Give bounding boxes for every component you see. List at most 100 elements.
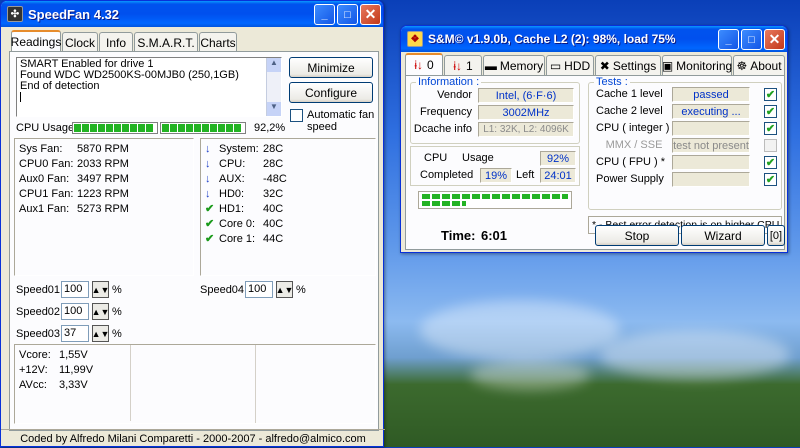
temp-row: ↓ HD0: 32C [205, 187, 371, 202]
minimize-window-button[interactable]: _ [314, 4, 335, 25]
configure-button[interactable]: Configure [289, 82, 373, 103]
check-icon: ✔ [205, 218, 215, 230]
cpu-usage-bar-core0 [72, 122, 158, 134]
completed-label: Completed [420, 169, 474, 181]
arrow-down-icon: ↓ [205, 173, 211, 185]
voltage-row: +12V: 11,99V [19, 363, 126, 378]
fan-rpm: 2033 RPM [77, 158, 129, 170]
test-name: Cache 1 level [596, 88, 663, 100]
usage-label: Usage [462, 152, 494, 164]
log-button[interactable]: [0] [767, 225, 785, 246]
usage-segment [202, 124, 209, 132]
test-checkbox[interactable]: ✔ [764, 122, 777, 135]
close-window-button[interactable]: ✕ [764, 29, 785, 50]
tab-hdd[interactable]: ▭ HDD [546, 55, 594, 75]
test-checkbox[interactable]: ✔ [764, 88, 777, 101]
fan-name: Sys Fan: [19, 143, 63, 155]
voltage-value: 1,55V [59, 349, 88, 361]
fan-name: CPU1 Fan: [19, 188, 74, 200]
temps-panel: ↓ System: 28C ↓ CPU: 28C ↓ AUX: -48C ↓ HD0: 32C ✔ HD1… [200, 138, 376, 276]
minimize-window-button[interactable]: _ [718, 29, 739, 50]
voltage-name: Vcore: [19, 349, 51, 361]
test-checkbox[interactable]: ✔ [764, 156, 777, 169]
test-checkbox[interactable]: ✔ [764, 105, 777, 118]
fan-row: Aux0 Fan: 3497 RPM [19, 172, 189, 187]
close-window-button[interactable]: ✕ [360, 4, 381, 25]
tab-cpu-1[interactable]: ɨ↓ 1 [444, 55, 482, 75]
tab-about[interactable]: ☸ About [733, 55, 785, 75]
vendor-label: Vendor [437, 89, 472, 101]
log-scrollbar[interactable]: ▲ ▼ [266, 58, 281, 116]
memory-icon: ▬ [484, 58, 497, 73]
fan-rpm: 3497 RPM [77, 173, 129, 185]
speed-input[interactable]: 100 [61, 281, 89, 298]
tab-memory[interactable]: ▬ Memory [483, 55, 545, 75]
frequency-text: 3002MHz [502, 106, 550, 119]
frequency-label: Frequency [420, 106, 472, 118]
overall-progress-bar [422, 194, 568, 199]
scroll-up-icon[interactable]: ▲ [267, 58, 281, 72]
fan-rpm: 5273 RPM [77, 203, 129, 215]
test-status [672, 172, 750, 187]
spin-updown-icon[interactable]: ▲▼ [92, 325, 109, 342]
tab-monitoring[interactable]: ▣ Monitoring [662, 55, 732, 75]
tab-settings[interactable]: ✖ Settings [595, 55, 661, 75]
stop-button[interactable]: Stop [595, 225, 679, 246]
minimize-button[interactable]: Minimize [289, 57, 373, 78]
wizard-button[interactable]: Wizard [681, 225, 765, 246]
tab-info[interactable]: Info [99, 32, 133, 52]
temp-value: 40C [263, 218, 284, 230]
temp-value: 44C [263, 233, 284, 245]
test-checkbox[interactable]: ✔ [764, 173, 777, 186]
frequency-value: 3002MHz [478, 105, 574, 120]
temp-name: System: [219, 143, 259, 155]
usage-value: 92% [540, 151, 576, 166]
temp-value: 32C [263, 188, 284, 200]
fan-name: Aux0 Fan: [19, 173, 70, 185]
usage-segment [146, 124, 153, 132]
temp-row: ✔ HD1: 40C [205, 202, 371, 217]
usage-segment [106, 124, 113, 132]
test-name: Cache 2 level [596, 105, 663, 117]
fan-row: CPU0 Fan: 2033 RPM [19, 157, 189, 172]
tab-label: Memory [499, 58, 544, 73]
voltage-name: +12V: [19, 364, 48, 376]
maximize-window-button[interactable]: □ [337, 4, 358, 25]
speed-input[interactable]: 100 [245, 281, 273, 298]
left-text: 24:01 [544, 169, 572, 182]
speed-input[interactable]: 100 [61, 303, 89, 320]
tab-smart[interactable]: S.M.A.R.T. [134, 32, 198, 52]
desktop-cloud [600, 330, 790, 380]
desktop-cloud [470, 360, 590, 390]
auto-fan-checkbox[interactable] [290, 109, 303, 122]
temp-name: HD1: [219, 203, 245, 215]
tab-charts[interactable]: Charts [199, 32, 237, 52]
usage-segment [162, 124, 169, 132]
tab-cpu-0[interactable]: ɨ↓ 0 [405, 53, 443, 75]
usage-segment [234, 124, 241, 132]
spin-updown-icon[interactable]: ▲▼ [276, 281, 293, 298]
detection-log[interactable]: SMART Enabled for drive 1 Found WDC WD25… [16, 57, 282, 117]
speed-label: Speed02: [16, 305, 64, 318]
tab-clock[interactable]: Clock [62, 32, 98, 52]
test-checkbox[interactable] [764, 139, 777, 152]
tab-readings[interactable]: Readings [11, 30, 61, 52]
monitoring-icon: ▣ [661, 58, 674, 73]
left-label: Left [516, 169, 535, 181]
cpu-usage-label: CPU Usage [16, 122, 75, 134]
maximize-window-button[interactable]: □ [741, 29, 762, 50]
speed-input[interactable]: 37 [61, 325, 89, 342]
usage-segment [226, 124, 233, 132]
voltage-row: AVcc: 3,33V [19, 378, 126, 393]
auto-fan-speed-option[interactable]: Automatic fan speed [290, 109, 378, 133]
tools-icon: ✖ [599, 58, 610, 73]
speed-control: Speed03: 37 ▲▼ % [16, 325, 122, 342]
spin-updown-icon[interactable]: ▲▼ [92, 303, 109, 320]
temp-row: ✔ Core 0: 40C [205, 217, 371, 232]
sm-titlebar[interactable]: ❖ S&M© v1.9.0b, Cache L2 (2): 98%, load … [401, 26, 787, 52]
spin-updown-icon[interactable]: ▲▼ [92, 281, 109, 298]
speedfan-titlebar[interactable]: ✣ SpeedFan 4.32 _ □ ✕ [1, 1, 383, 27]
usage-segment [98, 124, 105, 132]
scroll-down-icon[interactable]: ▼ [267, 102, 281, 116]
speed-control: Speed04: 100 ▲▼ % [200, 281, 306, 298]
